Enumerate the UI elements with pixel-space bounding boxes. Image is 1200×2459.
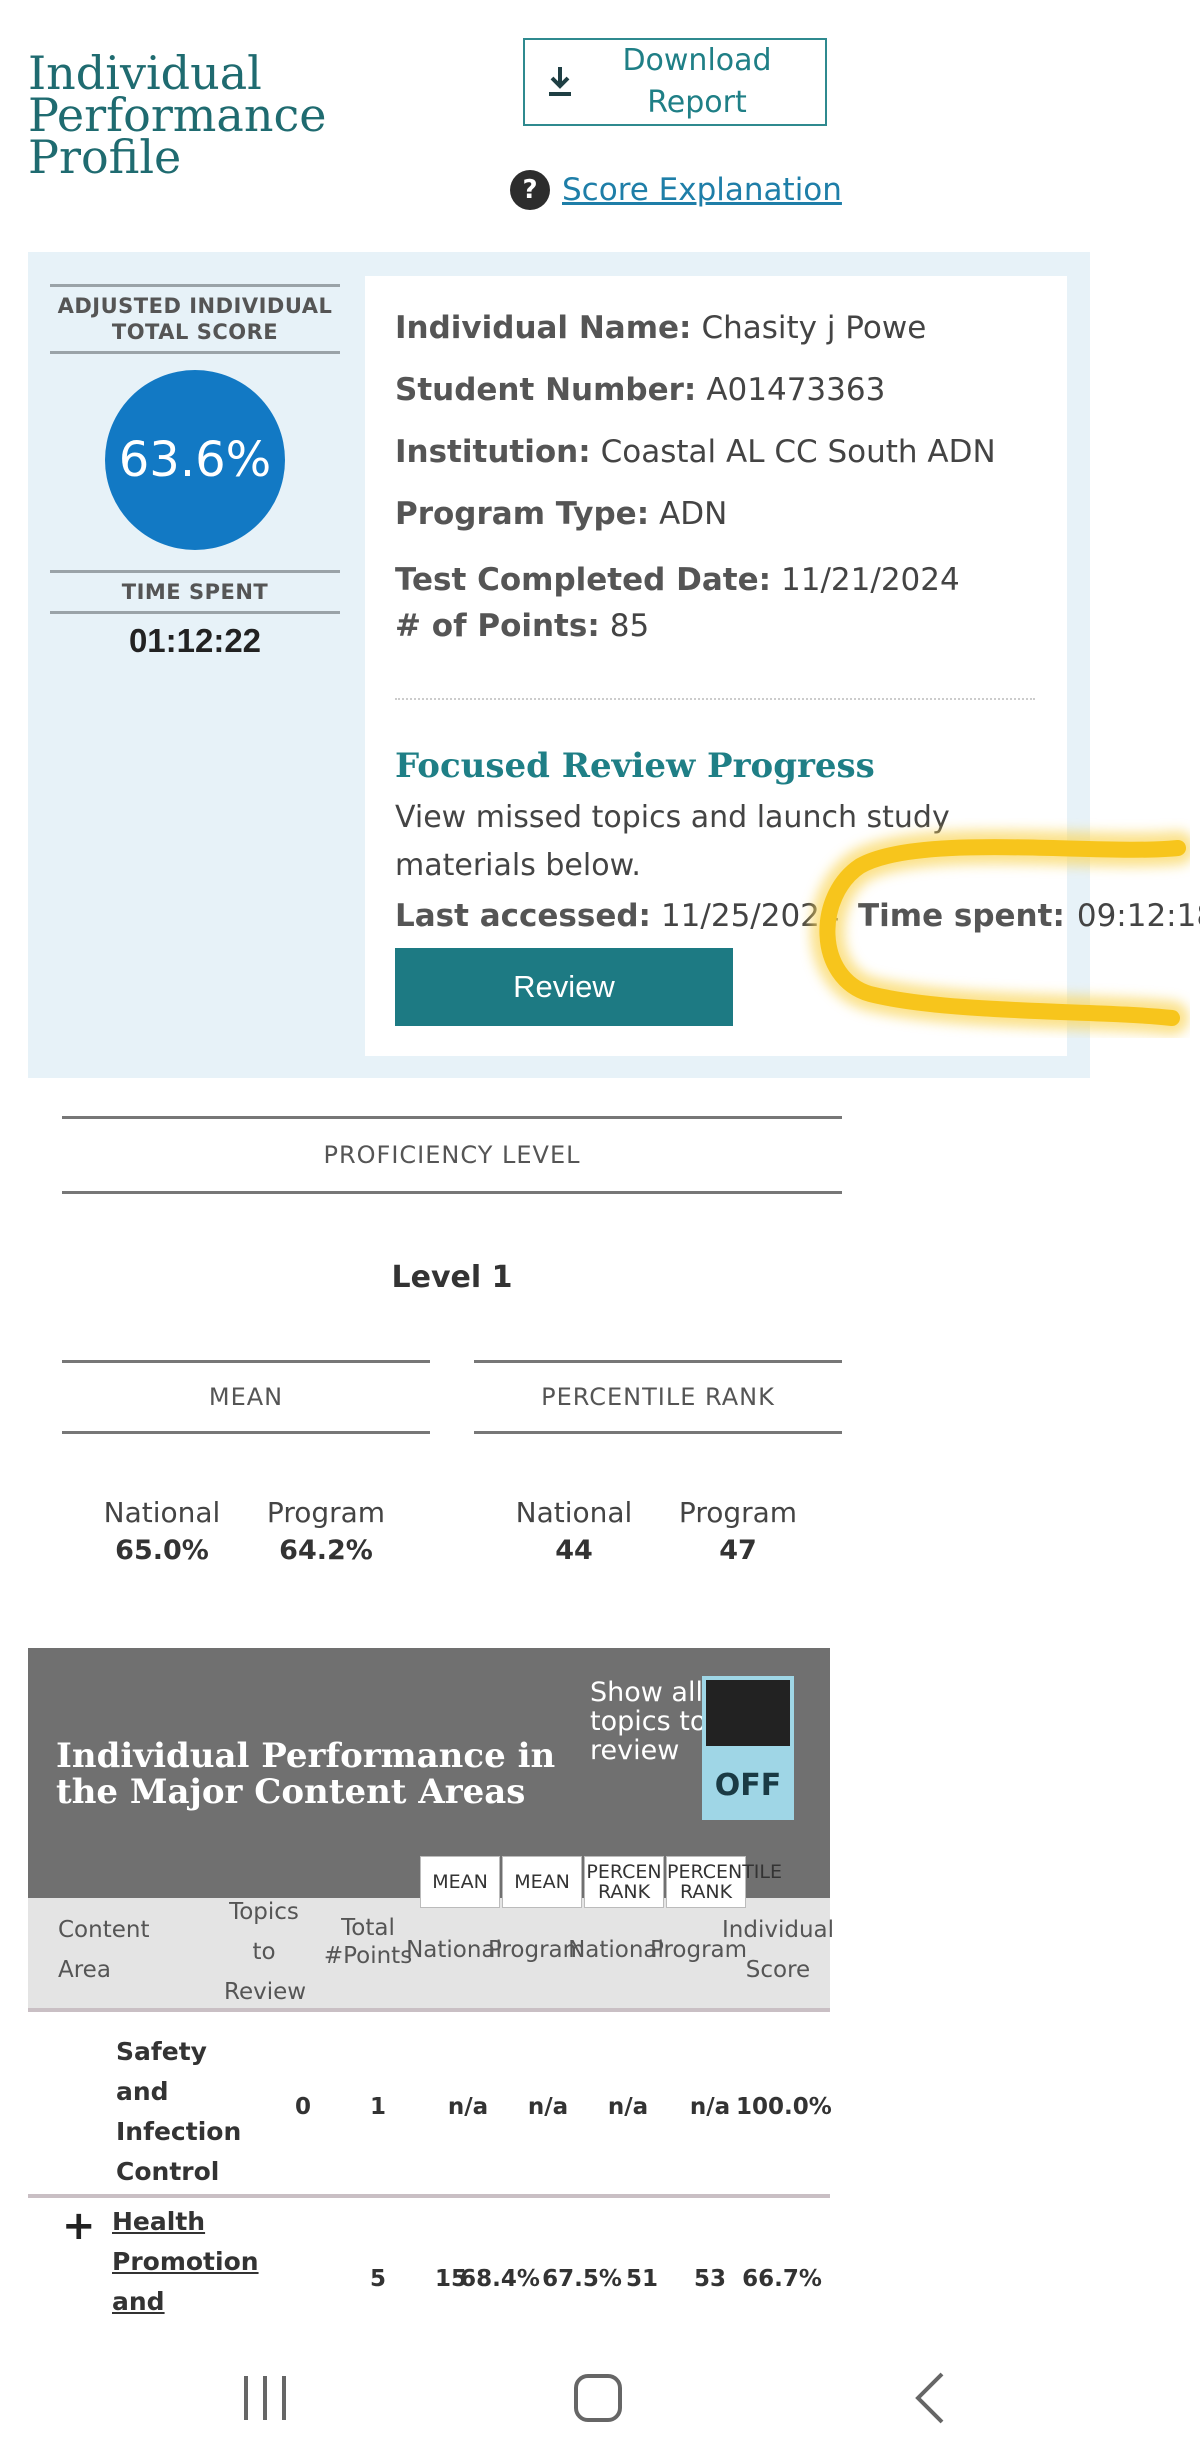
proficiency-header: PROFICIENCY LEVEL [323, 1141, 581, 1169]
highlight-scribble [810, 830, 1190, 1035]
row-individual-score: 66.7% [742, 2266, 822, 2292]
group-chip-mean: MEAN [420, 1856, 500, 1908]
group-chip-percentile: PERCENTILE RANK [666, 1856, 782, 1908]
program-row: Program Type: ADN [395, 496, 727, 532]
last-accessed-label: Last accessed: [395, 898, 651, 934]
expand-plus-icon[interactable]: + [62, 2206, 96, 2246]
help-icon: ? [510, 170, 550, 210]
points-value: 85 [609, 608, 650, 644]
time-caption: TIME SPENT [121, 580, 269, 604]
score-explanation-label: Score Explanation [562, 172, 842, 208]
date-value: 11/21/2024 [781, 562, 960, 598]
row-content-area: Safety and Infection Control [116, 2037, 242, 2186]
points-row: # of Points: 85 [395, 608, 649, 644]
institution-label: Institution: [395, 434, 591, 470]
toggle-state: OFF [702, 1750, 794, 1820]
row-content-area-link[interactable]: Health Promotion and [112, 2202, 272, 2322]
group-chip-percentile: PERCEN RANK [584, 1856, 664, 1908]
row-mean-program: n/a [527, 2094, 569, 2120]
row-individual-score: 100.0% [736, 2094, 832, 2120]
stat-value: 64.2% [279, 1535, 373, 1566]
mean-header-block: MEAN [62, 1360, 430, 1434]
pr-national-stat: National 44 [494, 1496, 654, 1566]
institution-row: Institution: Coastal AL CC South ADN [395, 434, 996, 470]
percentile-header-block: PERCENTILE RANK [474, 1360, 842, 1434]
mean-national-stat: National 65.0% [82, 1496, 242, 1566]
table-row: Safety and Infection Control 0 1 n/a n/a… [28, 2012, 832, 2198]
score-caption: ADJUSTED INDIVIDUAL TOTAL SCORE [57, 294, 333, 344]
recent-apps-icon[interactable] [240, 2370, 290, 2430]
focused-review-title: Focused Review Progress [395, 746, 875, 786]
row-mean-national: 68.4% [460, 2266, 540, 2292]
content-areas-title: Individual Performance in the Major Cont… [56, 1736, 556, 1812]
col-individual-score: Individual Score [722, 1917, 835, 1983]
student-label: Student Number: [395, 372, 697, 408]
row-topics: 0 [294, 2094, 311, 2120]
page-title: Individual Performance Profile [28, 46, 327, 184]
name-row: Individual Name: Chasity j Powe [395, 310, 926, 346]
points-label: # of Points: [395, 608, 600, 644]
program-value: ADN [659, 496, 728, 532]
time-spent-value: 01:12:22 [128, 622, 262, 659]
toggle-track [702, 1676, 794, 1750]
percentile-header: PERCENTILE RANK [541, 1383, 775, 1411]
table-row[interactable]: + Health Promotion and 5 15 68.4% 67.5% … [28, 2200, 830, 2330]
row-topics: 5 [369, 2266, 386, 2292]
home-icon[interactable] [572, 2370, 624, 2430]
back-icon[interactable] [910, 2370, 950, 2430]
date-row: Test Completed Date: 11/21/2024 [395, 562, 960, 598]
show-all-label: Show all topics to review [590, 1677, 707, 1766]
mean-header: MEAN [208, 1383, 284, 1411]
review-button[interactable]: Review [395, 948, 733, 1026]
row-mean-national: n/a [447, 2094, 489, 2120]
download-report-button[interactable]: Download Report [523, 38, 827, 126]
stat-value: 44 [555, 1535, 593, 1566]
table-header: MEAN MEAN PERCEN RANK PERCENTILE RANK Co… [28, 1856, 834, 2012]
score-explanation-link[interactable]: ? Score Explanation [510, 170, 842, 210]
col-topics: Topics to Review [224, 1899, 307, 2005]
student-value: A01473363 [706, 372, 886, 408]
score-value: 63.6% [118, 432, 272, 488]
system-nav-bar [0, 2340, 1200, 2459]
name-value: Chasity j Powe [701, 310, 927, 346]
group-chip-mean: MEAN [502, 1856, 582, 1908]
last-accessed-row: Last accessed: 11/25/2024 [395, 898, 840, 934]
stat-label: National [103, 1496, 221, 1529]
proficiency-section: PROFICIENCY LEVEL Level 1 [62, 1116, 842, 1355]
mean-program-stat: Program 64.2% [246, 1496, 406, 1566]
proficiency-level: Level 1 [391, 1260, 513, 1295]
col-content-area: Content Area [58, 1917, 150, 1983]
stat-label: Program [678, 1496, 798, 1529]
score-circle: 63.6% [105, 370, 285, 550]
program-label: Program Type: [395, 496, 650, 532]
download-icon [525, 65, 595, 99]
divider [395, 698, 1035, 700]
row-pr-national: n/a [607, 2094, 649, 2120]
stat-value: 65.0% [115, 1535, 209, 1566]
name-label: Individual Name: [395, 310, 692, 346]
download-report-label: Download Report [622, 43, 772, 120]
row-points: 1 [369, 2094, 386, 2120]
institution-value: Coastal AL CC South ADN [600, 434, 996, 470]
stat-value: 47 [719, 1535, 757, 1566]
student-row: Student Number: A01473363 [395, 372, 885, 408]
stat-label: National [515, 1496, 633, 1529]
pr-program-stat: Program 47 [658, 1496, 818, 1566]
stat-label: Program [266, 1496, 386, 1529]
col-points: Total #Points [323, 1915, 413, 1969]
date-label: Test Completed Date: [395, 562, 772, 598]
show-all-toggle[interactable]: OFF [702, 1676, 794, 1820]
score-column: ADJUSTED INDIVIDUAL TOTAL SCORE 63.6% TI… [50, 284, 340, 660]
